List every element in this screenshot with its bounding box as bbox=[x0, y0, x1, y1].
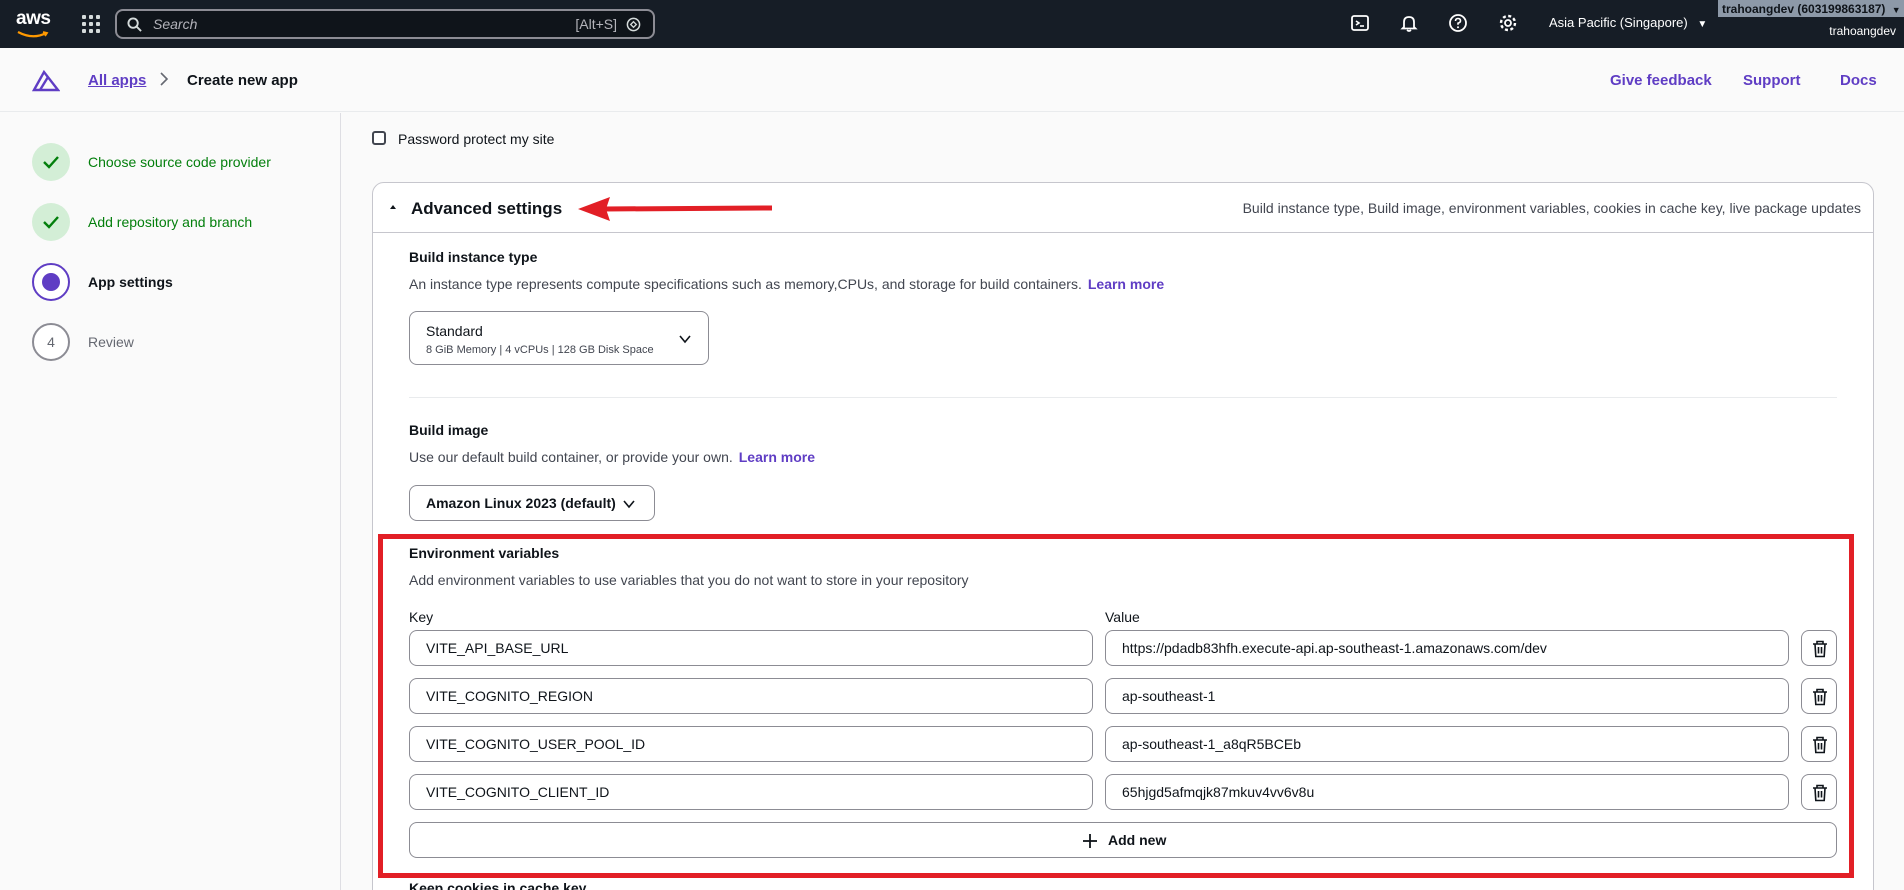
build-instance-selected: Standard bbox=[426, 323, 483, 339]
breadcrumb-current: Create new app bbox=[187, 72, 298, 89]
search-placeholder: Search bbox=[153, 16, 198, 32]
env-vars-description: Add environment variables to use variabl… bbox=[409, 572, 969, 588]
current-step-icon bbox=[32, 263, 70, 301]
cloudshell-icon[interactable] bbox=[1350, 13, 1370, 33]
step-label: Add repository and branch bbox=[88, 214, 253, 230]
build-image-description-text: Use our default build container, or prov… bbox=[409, 449, 733, 465]
env-value-input[interactable]: 65hjgd5afmqjk87mkuv4vv6v8u bbox=[1105, 774, 1789, 810]
search-shortcut: [Alt+S] bbox=[575, 16, 617, 32]
advanced-settings-description: Build instance type, Build image, enviro… bbox=[1242, 200, 1861, 216]
trash-icon bbox=[1813, 736, 1827, 754]
add-new-env-button[interactable]: Add new bbox=[409, 822, 1837, 858]
breadcrumb-all-apps[interactable]: All apps bbox=[88, 72, 146, 89]
bell-icon[interactable] bbox=[1399, 13, 1419, 33]
build-instance-select[interactable]: Standard 8 GiB Memory | 4 vCPUs | 128 GB… bbox=[409, 311, 709, 365]
remove-env-button[interactable] bbox=[1801, 774, 1837, 810]
give-feedback-link[interactable]: Give feedback bbox=[1610, 72, 1712, 89]
env-value-input[interactable]: ap-southeast-1_a8qR5BCEb bbox=[1105, 726, 1789, 762]
search-bar[interactable]: Search [Alt+S] bbox=[115, 9, 655, 39]
build-image-description: Use our default build container, or prov… bbox=[409, 449, 815, 465]
env-key-input[interactable]: VITE_COGNITO_USER_POOL_ID bbox=[409, 726, 1093, 762]
env-key-input[interactable]: VITE_COGNITO_CLIENT_ID bbox=[409, 774, 1093, 810]
build-instance-detail: 8 GiB Memory | 4 vCPUs | 128 GB Disk Spa… bbox=[426, 344, 654, 356]
build-image-learn-more-link[interactable]: Learn more bbox=[739, 449, 815, 465]
step-label: App settings bbox=[88, 274, 173, 290]
chevron-down-icon bbox=[623, 500, 635, 509]
advanced-settings-panel: Advanced settings Build instance type, B… bbox=[372, 182, 1874, 890]
aws-logo[interactable]: aws bbox=[16, 8, 51, 30]
advanced-settings-header[interactable]: Advanced settings Build instance type, B… bbox=[373, 183, 1873, 233]
app-header: All apps Create new app Give feedback Su… bbox=[0, 48, 1904, 112]
build-instance-title: Build instance type bbox=[409, 249, 538, 265]
region-selector[interactable]: Asia Pacific (Singapore) ▼ bbox=[1549, 15, 1707, 30]
search-icon bbox=[127, 17, 142, 32]
remove-env-button[interactable] bbox=[1801, 678, 1837, 714]
step-number: 4 bbox=[32, 323, 70, 361]
remove-env-button[interactable] bbox=[1801, 630, 1837, 666]
account-badge-label: trahoangdev (603199863187) bbox=[1722, 2, 1886, 16]
trash-icon bbox=[1813, 688, 1827, 706]
trash-icon bbox=[1813, 640, 1827, 658]
support-link[interactable]: Support bbox=[1743, 72, 1801, 89]
env-value-label: Value bbox=[1105, 609, 1140, 625]
aws-smile-icon bbox=[17, 31, 49, 38]
caret-up-icon bbox=[390, 205, 396, 209]
env-key-label: Key bbox=[409, 609, 434, 625]
amazon-q-icon bbox=[626, 17, 641, 32]
top-navigation: aws Search [Alt+S] Asia Pacific (Singapo… bbox=[0, 0, 1904, 48]
env-key-input[interactable]: VITE_COGNITO_REGION bbox=[409, 678, 1093, 714]
env-vars-title: Environment variables bbox=[409, 545, 560, 561]
settings-icon[interactable] bbox=[1498, 13, 1518, 33]
build-instance-learn-more-link[interactable]: Learn more bbox=[1088, 276, 1164, 292]
trash-icon bbox=[1813, 784, 1827, 802]
chevron-down-icon bbox=[679, 335, 691, 344]
build-image-select[interactable]: Amazon Linux 2023 (default) bbox=[409, 485, 655, 521]
section-divider bbox=[409, 397, 1837, 398]
build-image-title: Build image bbox=[409, 422, 489, 438]
services-grid-icon[interactable] bbox=[80, 13, 100, 33]
account-menu[interactable]: trahoangdev (603199863187) ▼ bbox=[1718, 0, 1904, 17]
password-protect-checkbox[interactable] bbox=[372, 131, 386, 145]
env-value-input[interactable]: ap-southeast-1 bbox=[1105, 678, 1789, 714]
build-image-selected: Amazon Linux 2023 (default) bbox=[426, 495, 616, 511]
step-label: Review bbox=[88, 334, 134, 350]
account-name: trahoangdev bbox=[1829, 24, 1896, 38]
caret-down-icon: ▼ bbox=[1697, 19, 1708, 30]
region-label: Asia Pacific (Singapore) bbox=[1549, 15, 1688, 30]
chevron-right-icon bbox=[160, 72, 169, 86]
plus-icon bbox=[1083, 834, 1097, 848]
docs-link[interactable]: Docs bbox=[1840, 72, 1877, 89]
check-icon bbox=[32, 143, 70, 181]
add-new-label: Add new bbox=[1108, 832, 1167, 848]
build-instance-description-text: An instance type represents compute spec… bbox=[409, 276, 1082, 292]
build-instance-description: An instance type represents compute spec… bbox=[409, 276, 1164, 292]
advanced-settings-title: Advanced settings bbox=[411, 199, 563, 218]
wizard-steps: Choose source code provider Add reposito… bbox=[0, 113, 341, 890]
step-label: Choose source code provider bbox=[88, 154, 271, 170]
env-value-input[interactable]: https://pdadb83hfh.execute-api.ap-southe… bbox=[1105, 630, 1789, 666]
help-icon[interactable] bbox=[1448, 13, 1468, 33]
check-icon bbox=[32, 203, 70, 241]
caret-down-icon: ▼ bbox=[1891, 5, 1901, 15]
amplify-logo-icon[interactable] bbox=[32, 68, 60, 92]
env-key-input[interactable]: VITE_API_BASE_URL bbox=[409, 630, 1093, 666]
remove-env-button[interactable] bbox=[1801, 726, 1837, 762]
keep-cookies-title: Keep cookies in cache key bbox=[409, 880, 587, 890]
password-protect-label: Password protect my site bbox=[398, 131, 555, 147]
